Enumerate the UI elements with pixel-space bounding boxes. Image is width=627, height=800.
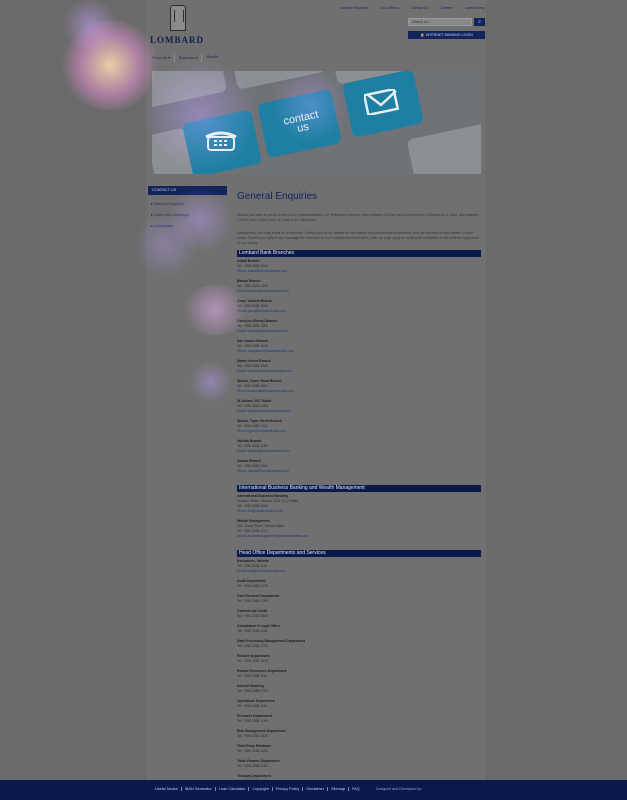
contact-phone: Tel: +356 2558 1721 bbox=[237, 644, 268, 648]
contact-entry: Audit Department Tel: +356 2558 1233 bbox=[237, 579, 477, 589]
contact-phone: Tel: +356 2558 1825 bbox=[237, 659, 268, 663]
lombard-logo[interactable]: LOMBARD bbox=[148, 5, 206, 45]
contact-entry: Gzira (on Sliema) Branch Tel: +356 2558 1… bbox=[237, 319, 477, 334]
contact-email[interactable]: Email: tigne@lombardmalta.com bbox=[237, 429, 477, 434]
footer-link-privacy-policy[interactable]: Privacy Policy bbox=[273, 787, 304, 791]
contact-entry: Human Resources Department Tel: +356 2558… bbox=[237, 669, 477, 679]
footer-links: Useful Nodes IBAN Generator Loan Calcula… bbox=[152, 787, 363, 791]
contact-entry: Card Services Department Tel: +356 2558 1… bbox=[237, 594, 477, 604]
search-button[interactable]: ⌕ bbox=[474, 18, 485, 26]
tower-icon bbox=[170, 5, 186, 31]
top-link-careers[interactable]: Careers bbox=[440, 6, 453, 10]
sidebar-item-label: General Enquiries bbox=[153, 202, 185, 206]
top-links: Investor Relations Our Offices Contact U… bbox=[340, 6, 485, 10]
nav-wealth[interactable]: Wealth bbox=[202, 53, 222, 62]
contact-entry: San Gwann Branch Tel: +356 2558 1640 Email… bbox=[237, 339, 477, 354]
top-link-contact-us[interactable]: Contact Us bbox=[411, 6, 429, 10]
contact-entry: Finance Department Tel: +356 2558 1825 bbox=[237, 654, 477, 664]
contact-entry: Premises Department Tel: +356 2558 1166 bbox=[237, 714, 477, 724]
footer-link-disclaimer[interactable]: Disclaimer bbox=[303, 787, 329, 791]
search-input[interactable]: Search for... bbox=[408, 18, 472, 26]
sidebar-item-leave-message[interactable]: ▸ Leave us a Message bbox=[151, 212, 189, 217]
footer-link-faq[interactable]: FAQ bbox=[349, 787, 363, 791]
contact-email[interactable]: Email: mail@lombardmalta.com bbox=[237, 569, 477, 574]
search-icon: ⌕ bbox=[478, 19, 481, 25]
contact-email[interactable]: Email: ibb@lombardmalta.com bbox=[237, 509, 477, 514]
section-heading: International Business Banking and Wealt… bbox=[237, 485, 481, 492]
internet-banking-label: INTERNET BANKING LOGIN bbox=[425, 33, 473, 37]
footer-link-sitemap[interactable]: Sitemap bbox=[328, 787, 349, 791]
contact-email[interactable]: Email: towerroad@lombardmalta.com bbox=[237, 389, 477, 394]
nav-personal[interactable]: Personal ▾ bbox=[148, 53, 175, 62]
contact-entry: Balzan Branch Tel: +356 2558 1300 Email: b… bbox=[237, 279, 477, 294]
contact-entry: Third Party Relations Tel: +356 2558 1361 bbox=[237, 744, 477, 754]
hero-banner: contact us bbox=[152, 71, 481, 174]
sidebar-item-label: Leave us a Message bbox=[153, 213, 190, 217]
page-title: General Enquiries bbox=[237, 191, 318, 202]
footer-link-loan-calculator[interactable]: Loan Calculator bbox=[216, 787, 250, 791]
contact-phone: Tel: +356 2558 1115 bbox=[237, 629, 268, 633]
contact-entry: International Business Banking Graham Str… bbox=[237, 494, 477, 514]
contact-email[interactable]: Email: balzan@lombardmalta.com bbox=[237, 289, 477, 294]
contact-entry: Risk Management Department Tel: +356 2558… bbox=[237, 729, 477, 739]
contact-phone: Tel: +356 2558 1166 bbox=[237, 719, 268, 723]
contact-entry: Internet Banking Tel: +356 2558 1789 bbox=[237, 684, 477, 694]
top-link-investor-relations[interactable]: Investor Relations bbox=[340, 6, 369, 10]
contact-phone: Tel: +356 2558 1789 bbox=[237, 689, 268, 693]
contact-entry: Sliema, Tower Road Branch Tel: +356 2558 … bbox=[237, 379, 477, 394]
top-link-our-offices[interactable]: Our Offices bbox=[381, 6, 399, 10]
sidebar-item-label: Complaints bbox=[153, 224, 173, 228]
intro-paragraph-1: Should you wish to speak to one of our r… bbox=[237, 213, 480, 222]
main-nav: Personal ▾ Business ▾ Wealth bbox=[148, 53, 222, 62]
contact-email[interactable]: Email: sliema@lombardmalta.com bbox=[237, 329, 477, 334]
contact-email[interactable]: Email: stvenera@lombardmalta.com bbox=[237, 369, 477, 374]
footer-link-useful-nodes[interactable]: Useful Nodes bbox=[152, 787, 182, 791]
section-heading: Head Office Departments and Services bbox=[237, 550, 481, 557]
contact-entry: Executives, Valletta Tel: +356 2558 1151 E… bbox=[237, 559, 477, 574]
footer-link-copyright[interactable]: Copyright bbox=[249, 787, 273, 791]
contact-entry: Santa Venera Branch Tel: +356 2558 1900 Em… bbox=[237, 359, 477, 374]
contact-phone: Tel: +356 2558 1865 bbox=[237, 614, 268, 618]
contact-phone: Tel: +356 2558 1361 bbox=[237, 749, 268, 753]
contact-email[interactable]: Email: attard@lombardmalta.com bbox=[237, 269, 477, 274]
contact-email[interactable]: Email: sangwann@lombardmalta.com bbox=[237, 349, 477, 354]
contact-entry: Compliance & Legal Office Tel: +356 2558 … bbox=[237, 624, 477, 634]
contact-entry: Commercial Credit Tel: +356 2558 1865 bbox=[237, 609, 477, 619]
sidebar-item-general-enquiries[interactable]: ▸ General Enquiries bbox=[151, 201, 184, 206]
contact-entry: Data Processing Management Department Tel… bbox=[237, 639, 477, 649]
contact-email[interactable]: Email: gozo@lombardmalta.com bbox=[237, 309, 477, 314]
footer: Useful Nodes IBAN Generator Loan Calcula… bbox=[0, 780, 627, 800]
contact-email[interactable]: Email: valletta@lombardmalta.com bbox=[237, 449, 477, 454]
contact-entry: Sliema, Tigne Street Branch Tel: +356 255… bbox=[237, 419, 477, 434]
intro-paragraph-2: Alternatively, you may email us at any t… bbox=[237, 231, 479, 245]
contact-entry: Wealth Management 101, Tower Road, Sliema… bbox=[237, 519, 477, 539]
footer-link-iban-generator[interactable]: IBAN Generator bbox=[182, 787, 216, 791]
contact-phone: Tel: +356 2558 1164 bbox=[237, 764, 268, 768]
contact-entry: Trade Finance Department Tel: +356 2558 1… bbox=[237, 759, 477, 769]
contact-email[interactable]: Email: wealthmanagement@lombardmalta.com bbox=[237, 534, 477, 539]
hero-text-us: us bbox=[296, 120, 310, 135]
contact-entry: Gozo, Victoria Branch Tel: +356 2558 1600… bbox=[237, 299, 477, 314]
contact-phone: Tel: +356 2558 1233 bbox=[237, 584, 268, 588]
contact-entry: Attard Branch Tel: +356 2558 1560 Email: a… bbox=[237, 259, 477, 274]
contact-email[interactable]: Email: stjulians@lombardmalta.com bbox=[237, 409, 477, 414]
contact-phone: Tel: +356 2558 1164 bbox=[237, 674, 268, 678]
nav-business[interactable]: Business ▾ bbox=[175, 53, 203, 62]
contact-entry: Zabbar Branch Tel: +356 2558 1380 Email: z… bbox=[237, 459, 477, 474]
sidebar-item-complaints[interactable]: ▸ Complaints bbox=[151, 223, 173, 228]
section-heading: Lombard Bank Branches bbox=[237, 250, 481, 257]
lock-icon: 🔒 bbox=[420, 33, 425, 37]
contact-phone: Tel: +356 2558 1826 bbox=[237, 734, 268, 738]
internet-banking-login-button[interactable]: 🔒 INTERNET BANKING LOGIN bbox=[408, 31, 485, 39]
contact-phone: Tel: +356 2558 1160 bbox=[237, 704, 268, 708]
contact-email[interactable]: Email: zabbar@lombardmalta.com bbox=[237, 469, 477, 474]
contact-entry: Valletta Branch Tel: +356 2558 1180 Email:… bbox=[237, 439, 477, 454]
contact-entry: Operations Department Tel: +356 2558 1160 bbox=[237, 699, 477, 709]
top-link-latest-news[interactable]: Latest News bbox=[465, 6, 485, 10]
contact-phone: Tel: +356 2558 1789 bbox=[237, 599, 268, 603]
contact-entry: St.Julians 24/7 Outlet Tel: +356 2558 148… bbox=[237, 399, 477, 414]
footer-credit: Designed and Developed by bbox=[376, 787, 422, 791]
logo-text: LOMBARD bbox=[150, 35, 204, 45]
sidebar-heading: CONTACT US bbox=[148, 186, 227, 195]
